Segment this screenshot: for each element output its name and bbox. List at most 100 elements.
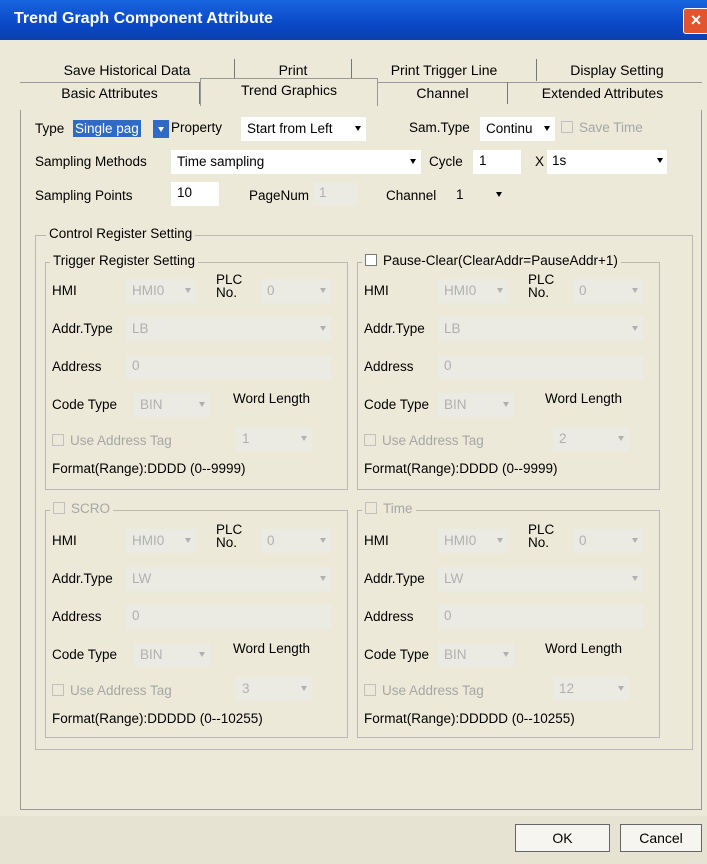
codetype-label: Code Type bbox=[364, 397, 430, 412]
property-label: Property bbox=[171, 120, 223, 135]
codetype-select[interactable]: BIN bbox=[438, 643, 514, 667]
pause-clear-group: Pause-Clear(ClearAddr=PauseAddr+1) HMI H… bbox=[357, 253, 660, 490]
addrtype-select[interactable]: LB bbox=[438, 317, 643, 341]
wordlength-label: Word Length bbox=[233, 391, 311, 406]
samtype-select[interactable]: Continu bbox=[480, 117, 555, 141]
addrtype-label: Addr.Type bbox=[364, 571, 425, 586]
wordlength-label: Word Length bbox=[233, 641, 311, 656]
address-input[interactable]: 0 bbox=[126, 605, 331, 629]
wordlength-select[interactable]: 2 bbox=[553, 427, 629, 451]
address-label: Address bbox=[52, 359, 102, 374]
tab-strip: Save Historical Data Print Print Trigger… bbox=[20, 56, 702, 112]
close-icon[interactable]: × bbox=[683, 8, 707, 34]
time-checkbox[interactable]: Time bbox=[362, 501, 416, 516]
format-range: Format(Range):DDDDD (0--10255) bbox=[364, 711, 575, 726]
hmi-label: HMI bbox=[52, 533, 77, 548]
scro-checkbox[interactable]: SCRO bbox=[50, 501, 114, 516]
cycle-input[interactable]: 1 bbox=[473, 150, 521, 174]
dialog-window: Trend Graph Component Attribute × Save H… bbox=[0, 0, 707, 864]
cancel-button[interactable]: Cancel bbox=[620, 824, 702, 852]
cycle-unit-select[interactable]: 1s bbox=[547, 150, 667, 174]
codetype-label: Code Type bbox=[52, 647, 118, 662]
tab-panel: Type Single pag Property Start from Left… bbox=[20, 110, 702, 810]
addrtype-select[interactable]: LB bbox=[126, 317, 331, 341]
plc-label: PLC No. bbox=[216, 272, 243, 300]
format-range: Format(Range):DDDDD (0--10255) bbox=[52, 711, 263, 726]
codetype-select[interactable]: BIN bbox=[134, 643, 210, 667]
group-title: Trigger Register Setting bbox=[50, 253, 199, 268]
hmi-select[interactable]: HMI0 bbox=[438, 529, 508, 553]
button-bar: OK Cancel bbox=[0, 816, 707, 864]
codetype-label: Code Type bbox=[364, 647, 430, 662]
wordlength-label: Word Length bbox=[545, 641, 623, 656]
address-input[interactable]: 0 bbox=[438, 355, 643, 379]
address-label: Address bbox=[364, 609, 414, 624]
hmi-label: HMI bbox=[364, 533, 389, 548]
samtype-label: Sam.Type bbox=[409, 120, 470, 135]
use-address-tag-checkbox[interactable]: Use Address Tag bbox=[52, 433, 172, 448]
use-address-tag-checkbox[interactable]: Use Address Tag bbox=[364, 433, 484, 448]
title-bar: Trend Graph Component Attribute × bbox=[0, 0, 707, 40]
addrtype-label: Addr.Type bbox=[52, 571, 113, 586]
plc-select[interactable]: 0 bbox=[573, 279, 643, 303]
plc-label: PLC No. bbox=[216, 522, 243, 550]
addrtype-label: Addr.Type bbox=[52, 321, 113, 336]
hmi-select[interactable]: HMI0 bbox=[126, 529, 196, 553]
plc-select[interactable]: 0 bbox=[261, 529, 331, 553]
scro-group: SCRO HMI HMI0 PLC No. 0 Addr.Type LW Add… bbox=[45, 501, 348, 738]
wordlength-select[interactable]: 1 bbox=[236, 427, 312, 451]
pagenum-input[interactable]: 1 bbox=[313, 182, 357, 206]
time-group: Time HMI HMI0 PLC No. 0 Addr.Type LW Add… bbox=[357, 501, 660, 738]
type-select[interactable]: Single pag bbox=[73, 117, 157, 141]
control-register-title: Control Register Setting bbox=[46, 226, 196, 241]
cycle-label: Cycle bbox=[429, 154, 463, 169]
channel-label: Channel bbox=[386, 188, 437, 203]
type-dropdown-button[interactable] bbox=[153, 120, 169, 138]
format-range: Format(Range):DDDD (0--9999) bbox=[364, 461, 558, 476]
codetype-select[interactable]: BIN bbox=[134, 393, 210, 417]
sampling-points-input[interactable]: 10 bbox=[171, 182, 219, 206]
hmi-label: HMI bbox=[364, 283, 389, 298]
sampling-methods-label: Sampling Methods bbox=[35, 154, 147, 169]
pause-clear-checkbox[interactable]: Pause-Clear(ClearAddr=PauseAddr+1) bbox=[362, 253, 621, 268]
plc-select[interactable]: 0 bbox=[573, 529, 643, 553]
hmi-label: HMI bbox=[52, 283, 77, 298]
property-select[interactable]: Start from Left bbox=[241, 117, 366, 141]
tab-print-trigger-line[interactable]: Print Trigger Line bbox=[352, 59, 537, 81]
hmi-select[interactable]: HMI0 bbox=[126, 279, 196, 303]
hmi-select[interactable]: HMI0 bbox=[438, 279, 508, 303]
tab-extended-attributes[interactable]: Extended Attributes bbox=[508, 82, 697, 104]
channel-select[interactable]: 1 bbox=[451, 184, 506, 208]
pagenum-label: PageNum bbox=[249, 188, 310, 203]
format-range: Format(Range):DDDD (0--9999) bbox=[52, 461, 246, 476]
address-input[interactable]: 0 bbox=[438, 605, 643, 629]
use-address-tag-checkbox[interactable]: Use Address Tag bbox=[364, 683, 484, 698]
tab-display-setting[interactable]: Display Setting bbox=[537, 59, 697, 81]
codetype-label: Code Type bbox=[52, 397, 118, 412]
address-input[interactable]: 0 bbox=[126, 355, 331, 379]
wordlength-label: Word Length bbox=[545, 391, 623, 406]
tab-trend-graphics[interactable]: Trend Graphics bbox=[200, 78, 378, 106]
plc-label: PLC No. bbox=[528, 522, 555, 550]
plc-label: PLC No. bbox=[528, 272, 555, 300]
sampling-points-label: Sampling Points bbox=[35, 188, 133, 203]
tab-channel[interactable]: Channel bbox=[378, 82, 508, 104]
address-label: Address bbox=[52, 609, 102, 624]
window-title: Trend Graph Component Attribute bbox=[14, 10, 273, 27]
use-address-tag-checkbox[interactable]: Use Address Tag bbox=[52, 683, 172, 698]
address-label: Address bbox=[364, 359, 414, 374]
sampling-methods-select[interactable]: Time sampling bbox=[171, 150, 421, 174]
tab-basic-attributes[interactable]: Basic Attributes bbox=[20, 82, 200, 104]
times-sign: X bbox=[535, 154, 545, 169]
addrtype-select[interactable]: LW bbox=[126, 567, 331, 591]
wordlength-select[interactable]: 3 bbox=[236, 677, 312, 701]
trigger-register-group: Trigger Register Setting HMI HMI0 PLC No… bbox=[45, 253, 348, 490]
addrtype-label: Addr.Type bbox=[364, 321, 425, 336]
ok-button[interactable]: OK bbox=[515, 824, 610, 852]
codetype-select[interactable]: BIN bbox=[438, 393, 514, 417]
type-label: Type bbox=[35, 121, 65, 136]
addrtype-select[interactable]: LW bbox=[438, 567, 643, 591]
plc-select[interactable]: 0 bbox=[261, 279, 331, 303]
wordlength-select[interactable]: 12 bbox=[553, 677, 629, 701]
save-time-checkbox[interactable]: Save Time bbox=[561, 120, 643, 135]
